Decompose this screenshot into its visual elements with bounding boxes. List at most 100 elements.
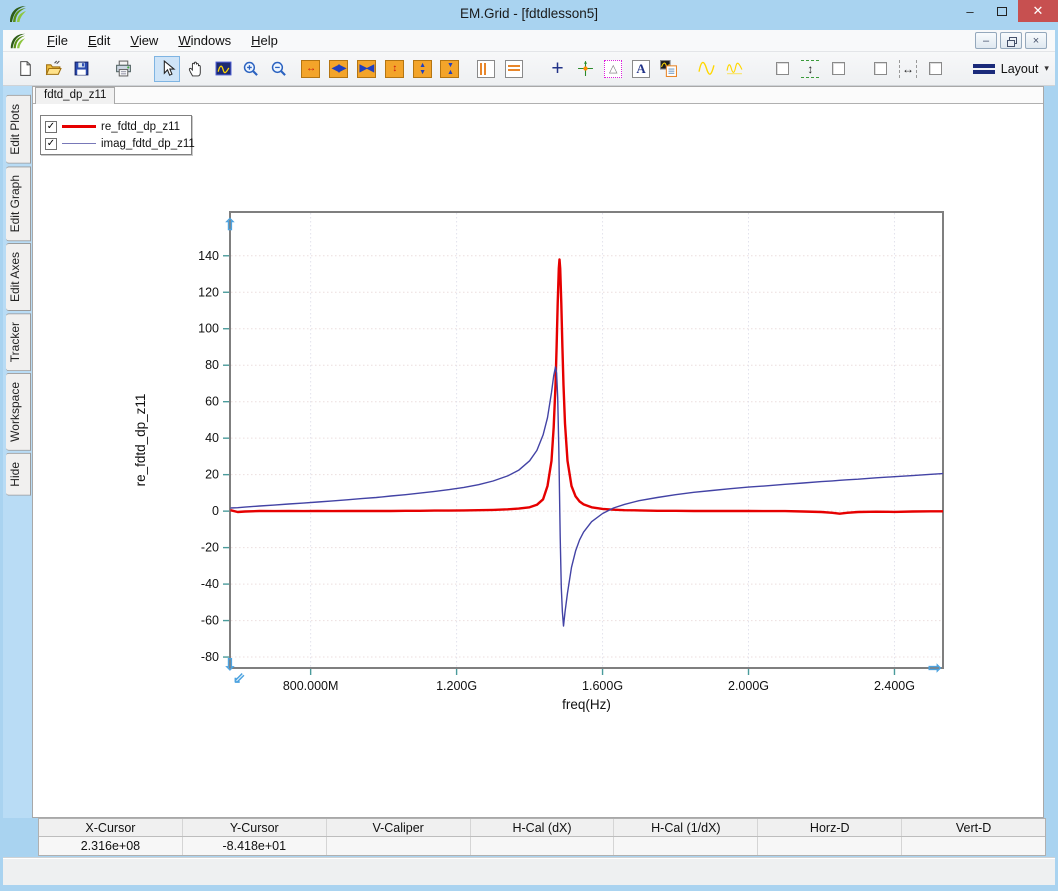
status-value-h-cal-dx- — [471, 837, 615, 855]
v-caliper-button[interactable]: ↕ — [797, 56, 823, 82]
pan-right-arrow-icon[interactable]: ⇨ — [928, 660, 942, 677]
status-header-h-cal-1-dx-: H-Cal (1/dX) — [614, 819, 759, 836]
menu-view[interactable]: View — [120, 31, 168, 50]
curve-re_fdtd_dp_z11 — [230, 258, 943, 515]
tab-bar: fdtd_dp_z11 — [33, 87, 1043, 104]
status-value-vert-d — [902, 837, 1045, 855]
pan-up-arrow-icon[interactable]: ⇧ — [223, 217, 236, 234]
app-window: EM.Grid - [fdtdlesson5] – ✕ File Edit View… — [0, 0, 1058, 891]
x-tick-label: 800.000M — [283, 679, 339, 693]
h-caliper-icon: ↔ — [898, 59, 917, 78]
mdi-restore-button[interactable] — [1000, 32, 1022, 49]
legend-item: ✓ re_fdtd_dp_z11 — [45, 118, 187, 135]
new-button[interactable] — [13, 56, 39, 82]
sidebar: Edit Plots Edit Graph Edit Axes Tracker Work… — [3, 86, 32, 818]
save-button[interactable] — [69, 56, 95, 82]
tab-fdtd-dp-z11[interactable]: fdtd_dp_z11 — [35, 87, 116, 104]
single-plot-style-icon — [698, 61, 715, 75]
y-tick-label: 140 — [198, 249, 219, 263]
x-tick-label: 2.400G — [874, 679, 915, 693]
zoom-in-button[interactable] — [238, 56, 264, 82]
shrink-y-button[interactable]: ▼ ▲ — [437, 56, 463, 82]
status-value-horz-d — [758, 837, 903, 855]
select-icon — [163, 60, 176, 76]
status-header-horz-d: Horz-D — [758, 819, 903, 836]
save-icon — [74, 61, 89, 76]
document-logo-icon — [9, 32, 27, 50]
crosshair-button[interactable]: + — [545, 56, 571, 82]
caliper-triangle-button[interactable]: △ — [600, 56, 626, 82]
print-button[interactable] — [111, 56, 137, 82]
menu-bar: File Edit View Windows Help – × — [3, 30, 1055, 52]
legend-label: imag_fdtd_dp_z11 — [101, 137, 195, 150]
menu-help[interactable]: Help — [241, 31, 288, 50]
top-scale-button[interactable] — [501, 56, 527, 82]
select-button[interactable] — [154, 55, 181, 82]
pan-x-button[interactable]: ◀▶ — [326, 56, 352, 82]
y-tick-label: 0 — [212, 504, 219, 518]
minimize-button[interactable]: – — [954, 0, 986, 22]
y-tick-label: -80 — [201, 650, 219, 664]
sidebar-tab-hide[interactable]: Hide — [6, 453, 31, 496]
v-caliper-check-left-button[interactable] — [770, 56, 796, 82]
layout-icon — [972, 63, 995, 74]
tracker-button[interactable] — [572, 56, 598, 82]
maximize-icon — [997, 6, 1007, 16]
v-caliper-check-left-icon — [776, 62, 790, 75]
zoom-out-button[interactable] — [266, 56, 292, 82]
left-scale-icon — [476, 59, 495, 78]
mdi-close-button[interactable]: × — [1025, 32, 1047, 49]
maximize-button[interactable] — [986, 0, 1018, 22]
menu-edit[interactable]: Edit — [78, 31, 120, 50]
status-header-x-cursor: X-Cursor — [39, 819, 183, 836]
menu-file[interactable]: File — [37, 31, 78, 50]
print-icon — [116, 60, 131, 77]
left-scale-button[interactable] — [473, 56, 499, 82]
x-axis-title: freq(Hz) — [562, 697, 611, 712]
h-caliper-button[interactable]: ↔ — [895, 56, 921, 82]
v-caliper-icon: ↕ — [801, 59, 820, 78]
mdi-minimize-button[interactable]: – — [975, 32, 997, 49]
close-button[interactable]: ✕ — [1018, 0, 1058, 22]
legend-checkbox[interactable]: ✓ — [45, 137, 57, 150]
expand-y-icon: ↕ — [384, 59, 404, 78]
pan-y-button[interactable]: ▲ ▼ — [409, 56, 435, 82]
legend-checkbox[interactable]: ✓ — [45, 120, 57, 133]
pan-diagonal-arrow-icon[interactable]: ⇙ — [233, 670, 246, 687]
sidebar-tab-edit-graph[interactable]: Edit Graph — [6, 165, 31, 242]
layout-button[interactable]: Layout ▾ — [967, 59, 1055, 79]
y-tick-label: 20 — [205, 468, 219, 482]
x-tick-label: 2.000G — [728, 679, 769, 693]
legend-line-sample — [62, 125, 96, 128]
h-caliper-check-left-button[interactable] — [867, 56, 893, 82]
shrink-x-button[interactable]: ▶◀ — [353, 56, 379, 82]
menu-windows[interactable]: Windows — [168, 31, 241, 50]
open-button[interactable] — [41, 56, 67, 82]
expand-y-button[interactable]: ↕ — [381, 56, 407, 82]
menu-items: File Edit View Windows Help — [37, 32, 288, 50]
y-axis-title: re_fdtd_dp_z11 — [133, 394, 148, 487]
copy-plot-button[interactable] — [656, 56, 682, 82]
sidebar-tab-edit-axes[interactable]: Edit Axes — [6, 243, 31, 312]
legend-label: re_fdtd_dp_z11 — [101, 120, 181, 133]
sidebar-tab-edit-plots[interactable]: Edit Plots — [6, 95, 31, 164]
add-text-button[interactable]: A — [628, 56, 654, 82]
plot-region: ✓ re_fdtd_dp_z11 ✓ imag_fdtd_dp_z11 -80 -60-… — [33, 104, 1043, 817]
sidebar-tab-workspace[interactable]: Workspace — [6, 373, 31, 452]
status-value-y-cursor: -8.418e+01 — [183, 837, 327, 855]
status-value-h-cal-1-dx- — [614, 837, 759, 855]
pan-button[interactable] — [182, 56, 208, 82]
multi-plot-style-button[interactable] — [722, 56, 748, 82]
single-plot-style-button[interactable] — [694, 56, 720, 82]
status-value-x-cursor: 2.316e+08 — [39, 837, 183, 855]
toolbar: ↔ ◀▶ ▶◀ ↕ ▲ ▼ ▼ ▲ + △ A ↕ ↔ Layout ▾ — [3, 52, 1055, 86]
sidebar-tab-tracker[interactable]: Tracker — [6, 313, 31, 372]
crosshair-icon: + — [551, 57, 564, 80]
pan-x-icon: ◀▶ — [329, 59, 349, 78]
expand-x-button[interactable]: ↔ — [298, 56, 324, 82]
zoom-region-button[interactable] — [210, 56, 236, 82]
v-caliper-check-right-button[interactable] — [825, 56, 851, 82]
y-tick-label: 40 — [205, 431, 219, 445]
h-caliper-check-right-button[interactable] — [923, 56, 949, 82]
plot-canvas[interactable]: -80 -60 -40 -20 0 20 40 60 80 100 120 140 800.000M 1.… — [33, 104, 1043, 817]
